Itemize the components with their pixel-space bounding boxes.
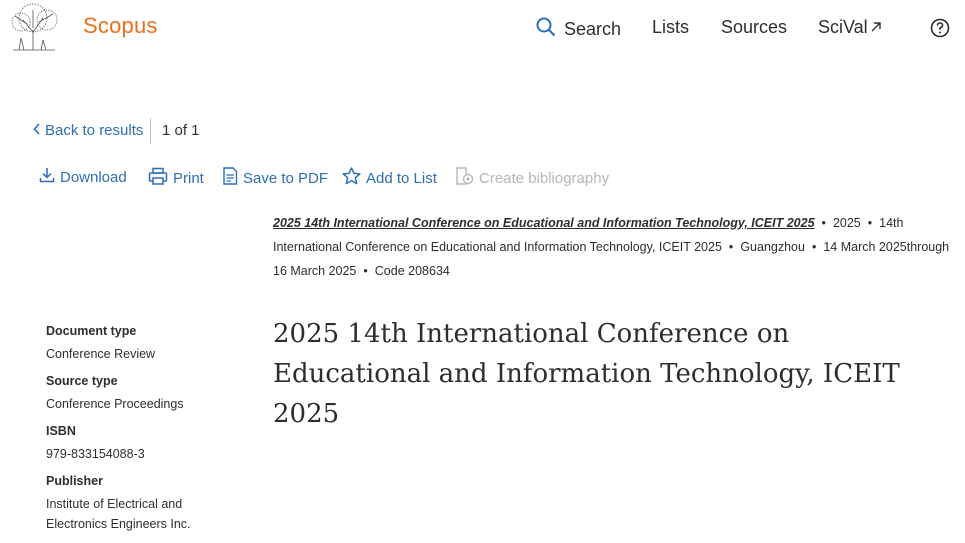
bibliography-icon bbox=[455, 167, 474, 189]
separator: • bbox=[363, 264, 368, 278]
separator: • bbox=[728, 240, 734, 254]
document-type-value: Conference Review bbox=[46, 347, 156, 361]
separator: • bbox=[811, 240, 817, 254]
result-pager: 1 of 1 bbox=[162, 122, 200, 139]
save-to-pdf-label: Save to PDF bbox=[243, 169, 329, 187]
nav-scival[interactable]: SciVal bbox=[818, 17, 882, 38]
publisher-value: Institute of Electrical and Electronics … bbox=[46, 497, 191, 531]
publisher-block: Publisher Institute of Electrical and El… bbox=[46, 474, 206, 534]
help-icon[interactable] bbox=[930, 18, 950, 38]
source-year: 2025 bbox=[832, 216, 861, 230]
nav-lists[interactable]: Lists bbox=[652, 17, 689, 38]
isbn-label: ISBN bbox=[46, 424, 76, 438]
brand-name[interactable]: Scopus bbox=[83, 13, 158, 39]
search-icon bbox=[536, 17, 556, 42]
printer-icon bbox=[148, 167, 168, 189]
source-title-link[interactable]: 2025 14th International Conference on Ed… bbox=[273, 216, 815, 230]
external-arrow-icon bbox=[870, 17, 882, 38]
conference-code: Code 208634 bbox=[374, 264, 450, 278]
divider bbox=[150, 118, 151, 144]
nav-sources-label: Sources bbox=[721, 17, 788, 37]
isbn-block: ISBN 979-833154088-3 bbox=[46, 424, 236, 464]
back-to-results-link[interactable]: Back to results bbox=[33, 122, 143, 139]
publisher-label: Publisher bbox=[46, 474, 103, 488]
document-title: 2025 14th International Conference on Ed… bbox=[273, 319, 900, 429]
nav-search[interactable]: Search bbox=[536, 17, 621, 42]
star-icon bbox=[342, 167, 361, 189]
nav-lists-label: Lists bbox=[652, 17, 690, 37]
conference-location: Guangzhou bbox=[740, 240, 805, 254]
print-button[interactable]: Print bbox=[148, 167, 204, 189]
add-to-list-label: Add to List bbox=[366, 169, 437, 187]
download-label: Download bbox=[60, 168, 127, 186]
source-type-value: Conference Proceedings bbox=[46, 397, 184, 411]
isbn-value: 979-833154088-3 bbox=[46, 447, 145, 461]
separator: • bbox=[867, 216, 873, 230]
document-type-block: Document type Conference Review bbox=[46, 324, 236, 364]
document-type-label: Document type bbox=[46, 324, 137, 338]
add-to-list-button[interactable]: Add to List bbox=[342, 167, 437, 189]
save-to-pdf-button[interactable]: Save to PDF bbox=[222, 167, 328, 189]
chevron-left-icon bbox=[33, 122, 41, 139]
source-info: 2025 14th International Conference on Ed… bbox=[273, 211, 953, 283]
source-type-block: Source type Conference Proceedings bbox=[46, 374, 236, 414]
nav-sources[interactable]: Sources bbox=[721, 17, 787, 38]
back-to-results-label: Back to results bbox=[45, 122, 144, 139]
download-button[interactable]: Download bbox=[39, 167, 127, 187]
nav-scival-label: SciVal bbox=[818, 17, 868, 37]
create-bibliography-label: Create bibliography bbox=[479, 169, 610, 187]
source-type-label: Source type bbox=[46, 374, 118, 388]
separator: • bbox=[821, 216, 826, 230]
create-bibliography-button[interactable]: Create bibliography bbox=[455, 167, 609, 189]
download-icon bbox=[39, 167, 55, 187]
elsevier-tree-logo[interactable] bbox=[5, 2, 62, 53]
nav-search-label: Search bbox=[564, 19, 622, 39]
pdf-icon bbox=[222, 167, 238, 189]
print-label: Print bbox=[173, 169, 204, 187]
